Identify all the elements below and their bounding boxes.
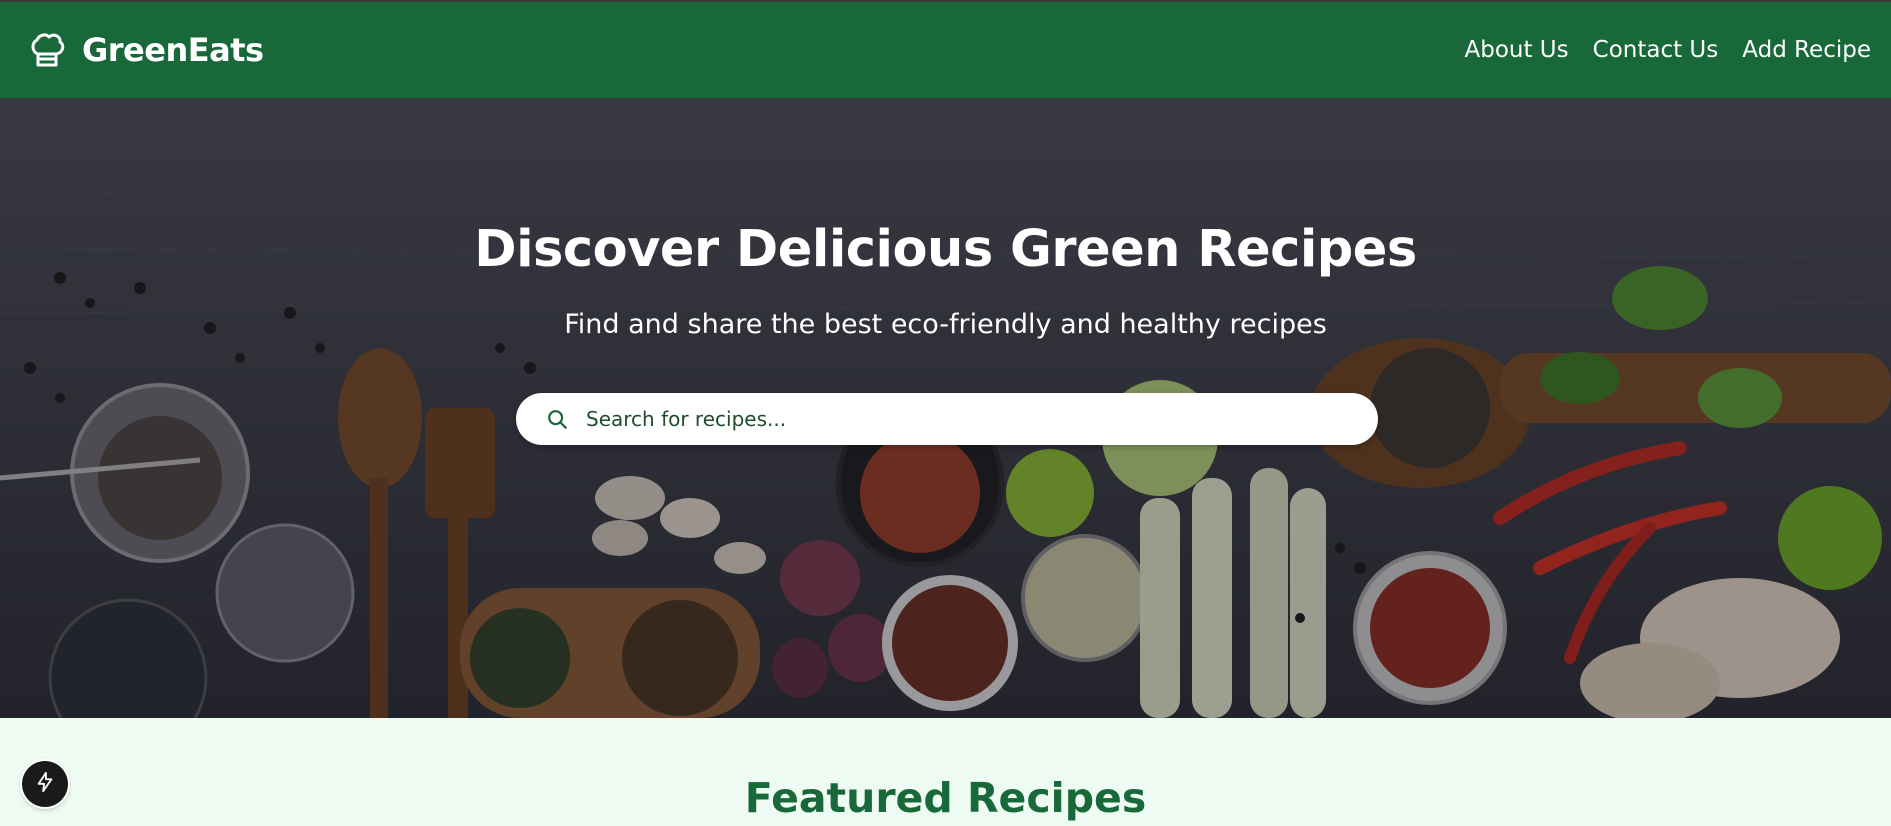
nav-links: About Us Contact Us Add Recipe (1465, 37, 1872, 63)
nav-link-add-recipe[interactable]: Add Recipe (1742, 37, 1871, 63)
navbar: GreenEats About Us Contact Us Add Recipe (0, 2, 1891, 98)
search-input[interactable] (586, 407, 1346, 431)
chef-hat-icon (26, 29, 68, 71)
hero-title: Discover Delicious Green Recipes (474, 220, 1417, 279)
search-bar[interactable] (516, 393, 1378, 445)
lightning-bolt-icon (34, 771, 56, 797)
dev-tools-button[interactable] (22, 761, 68, 807)
nav-link-about-us[interactable]: About Us (1465, 37, 1569, 63)
nav-link-contact-us[interactable]: Contact Us (1593, 37, 1719, 63)
featured-recipes-section: Featured Recipes (0, 718, 1891, 826)
hero-section: Discover Delicious Green Recipes Find an… (0, 98, 1891, 718)
featured-recipes-heading: Featured Recipes (744, 774, 1147, 822)
search-icon (544, 406, 570, 432)
brand-logo-link[interactable]: GreenEats (26, 29, 264, 71)
brand-name: GreenEats (82, 31, 264, 69)
hero-subtitle: Find and share the best eco-friendly and… (564, 309, 1327, 340)
